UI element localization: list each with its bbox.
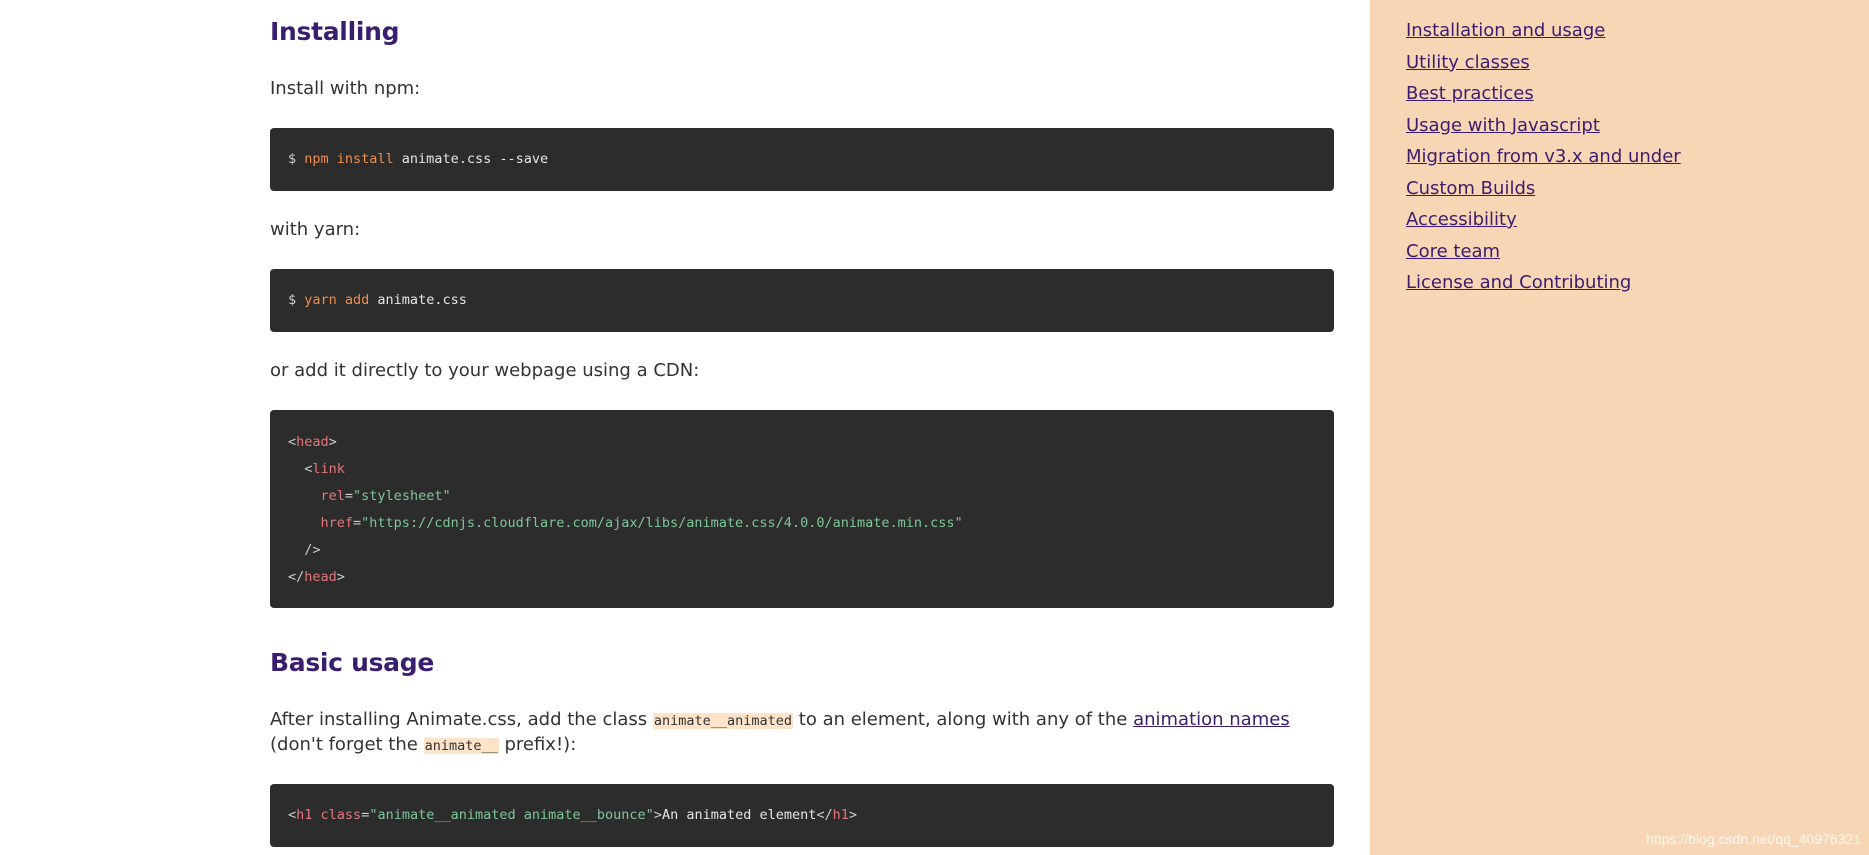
class-attr: class bbox=[320, 807, 362, 823]
sidebar-item-javascript: Usage with Javascript bbox=[1406, 114, 1681, 146]
sidebar-list: Installation and usage Utility classes B… bbox=[1406, 19, 1681, 303]
href-attr: href bbox=[320, 515, 354, 531]
link-tag: link bbox=[312, 461, 345, 477]
sidebar-item-migration: Migration from v3.x and under bbox=[1406, 145, 1681, 177]
sidebar-link-accessibility[interactable]: Accessibility bbox=[1406, 209, 1517, 230]
npm-code-block[interactable]: $ npm install animate.css --save bbox=[270, 128, 1334, 191]
inline-code-prefix: animate__ bbox=[423, 738, 499, 754]
basic-text-1: After installing Animate.css, add the cl… bbox=[270, 709, 653, 730]
example-code-block[interactable]: <h1 class="animate__animated animate__bo… bbox=[270, 784, 1334, 847]
sidebar-item-accessibility: Accessibility bbox=[1406, 208, 1681, 240]
yarn-args: animate.css bbox=[369, 292, 467, 308]
sidebar-item-installation: Installation and usage bbox=[1406, 19, 1681, 51]
installing-heading: Installing bbox=[270, 17, 400, 46]
sidebar-item-best-practices: Best practices bbox=[1406, 82, 1681, 114]
cdn-code-block[interactable]: <head> <link rel="stylesheet" href="http… bbox=[270, 410, 1334, 608]
npm-command: npm install bbox=[304, 151, 394, 167]
basic-usage-heading: Basic usage bbox=[270, 648, 434, 677]
animation-names-link[interactable]: animation names bbox=[1133, 709, 1290, 730]
basic-text-2: to an element, along with any of the bbox=[793, 709, 1134, 730]
href-value: "https://cdnjs.cloudflare.com/ajax/libs/… bbox=[361, 515, 963, 531]
sidebar-item-license: License and Contributing bbox=[1406, 271, 1681, 303]
yarn-command: yarn add bbox=[304, 292, 370, 308]
npm-args: animate.css --save bbox=[393, 151, 549, 167]
watermark: https://blog.csdn.net/qq_40976321 bbox=[1646, 831, 1861, 847]
cdn-intro: or add it directly to your webpage using… bbox=[270, 360, 700, 381]
yarn-intro: with yarn: bbox=[270, 219, 361, 240]
prompt: $ bbox=[288, 292, 305, 308]
sidebar-link-migration[interactable]: Migration from v3.x and under bbox=[1406, 146, 1681, 167]
sidebar-item-custom-builds: Custom Builds bbox=[1406, 177, 1681, 209]
npm-intro: Install with npm: bbox=[270, 78, 421, 99]
basic-text-4: prefix!): bbox=[498, 734, 577, 755]
rel-attr: rel bbox=[320, 488, 345, 504]
sidebar-link-core-team[interactable]: Core team bbox=[1406, 241, 1500, 262]
rel-value: "stylesheet" bbox=[353, 488, 451, 504]
sidebar-link-best-practices[interactable]: Best practices bbox=[1406, 83, 1534, 104]
inline-code-animated: animate__animated bbox=[652, 713, 794, 729]
prompt: $ bbox=[288, 151, 305, 167]
sidebar-link-installation[interactable]: Installation and usage bbox=[1406, 20, 1605, 41]
h1-close-tag: h1 bbox=[832, 807, 849, 823]
basic-text-3: (don't forget the bbox=[270, 734, 424, 755]
h1-content: An animated element bbox=[661, 807, 817, 823]
sidebar-item-utility: Utility classes bbox=[1406, 51, 1681, 83]
sidebar-link-license[interactable]: License and Contributing bbox=[1406, 272, 1631, 293]
sidebar-item-core-team: Core team bbox=[1406, 240, 1681, 272]
sidebar-nav: Installation and usage Utility classes B… bbox=[1370, 0, 1869, 855]
sidebar-link-javascript[interactable]: Usage with Javascript bbox=[1406, 115, 1600, 136]
head-close-tag: head bbox=[304, 569, 337, 585]
head-open-tag: head bbox=[296, 434, 329, 450]
basic-usage-text: After installing Animate.css, add the cl… bbox=[270, 708, 1334, 758]
yarn-code-block[interactable]: $ yarn add animate.css bbox=[270, 269, 1334, 332]
h1-tag: h1 bbox=[296, 807, 313, 823]
class-value: "animate__animated animate__bounce" bbox=[369, 807, 654, 823]
sidebar-link-custom-builds[interactable]: Custom Builds bbox=[1406, 178, 1535, 199]
sidebar-link-utility[interactable]: Utility classes bbox=[1406, 52, 1530, 73]
